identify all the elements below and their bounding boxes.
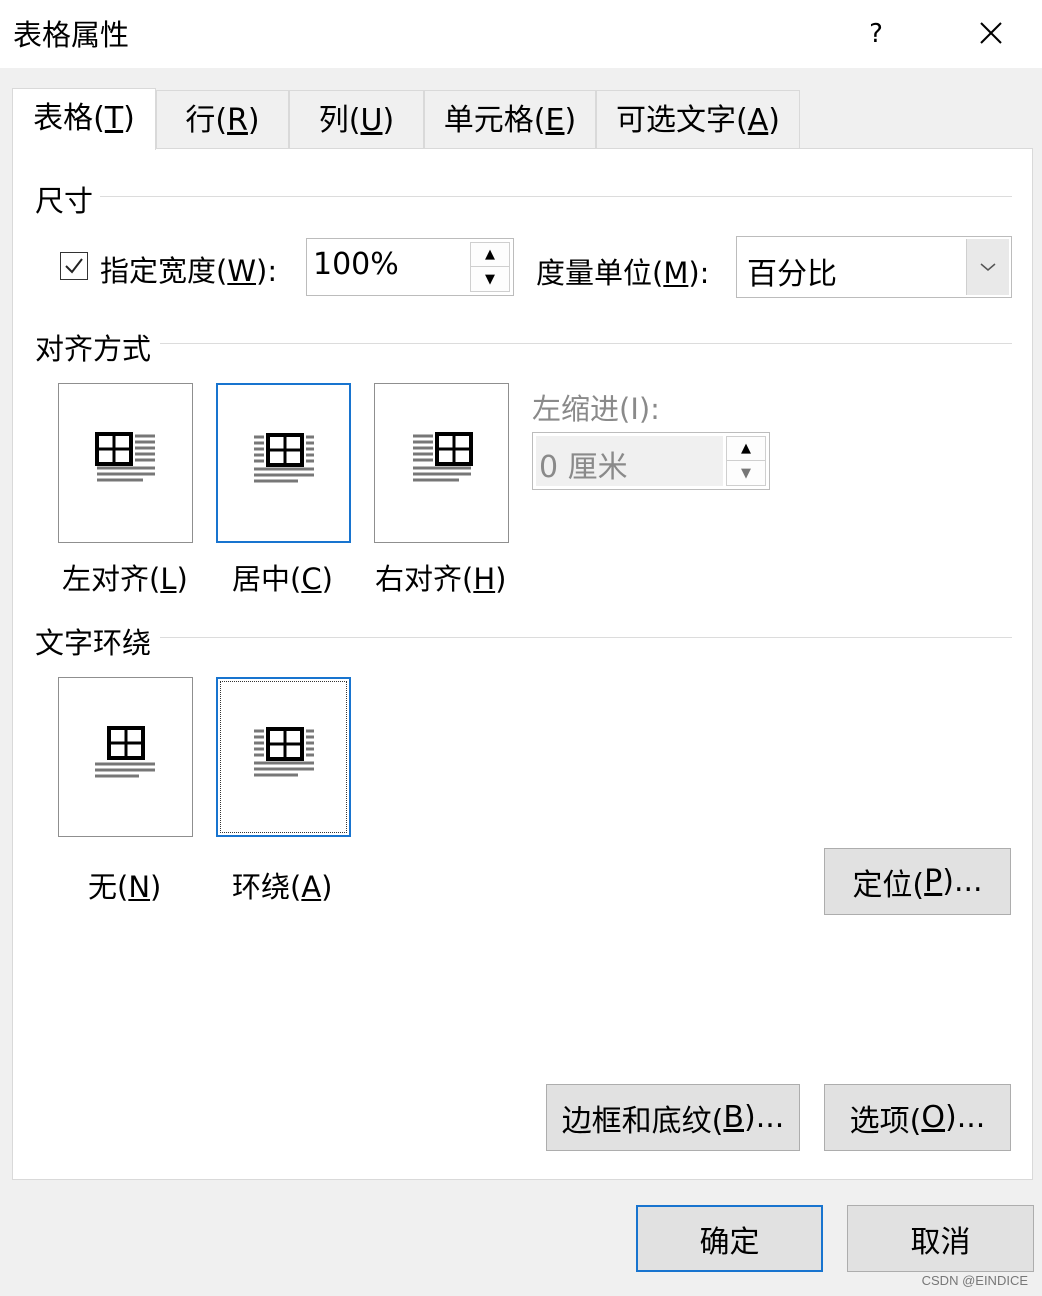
wrap-none-option[interactable] (58, 677, 193, 837)
checkmark-icon (65, 258, 83, 274)
indent-spin-buttons: ▲ ▼ (726, 436, 766, 486)
wrapping-divider (160, 637, 1012, 638)
specify-width-checkbox[interactable] (60, 252, 88, 280)
wrap-around-label: 环绕(A) (232, 870, 333, 904)
width-spinner[interactable]: 100% ▲ ▼ (306, 238, 514, 296)
dialog-title: 表格属性 (13, 18, 130, 52)
size-group-label: 尺寸 (35, 178, 100, 220)
close-button[interactable] (970, 12, 1012, 54)
cancel-button[interactable]: 取消 (847, 1205, 1034, 1272)
width-spin-buttons[interactable]: ▲ ▼ (470, 242, 510, 292)
tab-table[interactable]: 表格(T) (12, 88, 156, 150)
measure-unit-value: 百分比 (747, 257, 837, 292)
help-button[interactable]: ? (860, 14, 892, 54)
wrapping-group-label: 文字环绕 (35, 620, 158, 662)
close-icon (980, 22, 1002, 44)
tab-column[interactable]: 列(U) (289, 90, 424, 148)
align-right-option[interactable] (374, 383, 509, 543)
wrap-none-icon (95, 726, 155, 778)
left-indent-label: 左缩进(I): (532, 392, 660, 426)
align-center-option[interactable] (216, 383, 351, 543)
left-indent-value: 0 厘米 (539, 450, 628, 485)
ok-button[interactable]: 确定 (636, 1205, 823, 1272)
title-bar: 表格属性 ? (0, 0, 1042, 68)
size-divider (100, 196, 1012, 197)
tab-panel (12, 148, 1033, 1180)
alignment-group-label: 对齐方式 (35, 326, 158, 368)
alignment-divider (160, 343, 1012, 344)
measure-unit-label: 度量单位(M): (536, 256, 710, 290)
align-left-label: 左对齐(L) (62, 562, 188, 596)
spin-up-icon[interactable]: ▲ (471, 243, 509, 267)
specify-width-label: 指定宽度(W): (100, 254, 278, 288)
measure-unit-select[interactable]: 百分比 (736, 236, 1012, 298)
options-button[interactable]: 选项(O)... (824, 1084, 1011, 1151)
spin-down-icon[interactable]: ▼ (471, 267, 509, 291)
tab-alt-text[interactable]: 可选文字(A) (596, 90, 800, 148)
spin-down-icon: ▼ (741, 465, 751, 481)
align-left-option[interactable] (58, 383, 193, 543)
align-center-label: 居中(C) (232, 562, 333, 596)
align-center-icon (254, 433, 314, 483)
align-right-icon (413, 432, 473, 482)
positioning-button[interactable]: 定位(P)... (824, 848, 1011, 915)
spin-up-icon: ▲ (727, 437, 765, 461)
tab-cell[interactable]: 单元格(E) (424, 90, 596, 148)
left-indent-spinner: 0 厘米 ▲ ▼ (532, 432, 770, 490)
align-right-label: 右对齐(H) (375, 562, 507, 596)
watermark: CSDN @EINDICE (921, 1273, 1028, 1288)
tab-row[interactable]: 行(R) (156, 90, 289, 148)
align-left-icon (95, 432, 155, 482)
wrap-around-option[interactable] (216, 677, 351, 837)
wrap-around-icon (254, 727, 314, 777)
width-value[interactable]: 100% (313, 247, 399, 282)
chevron-down-icon[interactable] (966, 239, 1009, 295)
wrap-none-label: 无(N) (88, 870, 162, 904)
borders-shading-button[interactable]: 边框和底纹(B)... (546, 1084, 800, 1151)
